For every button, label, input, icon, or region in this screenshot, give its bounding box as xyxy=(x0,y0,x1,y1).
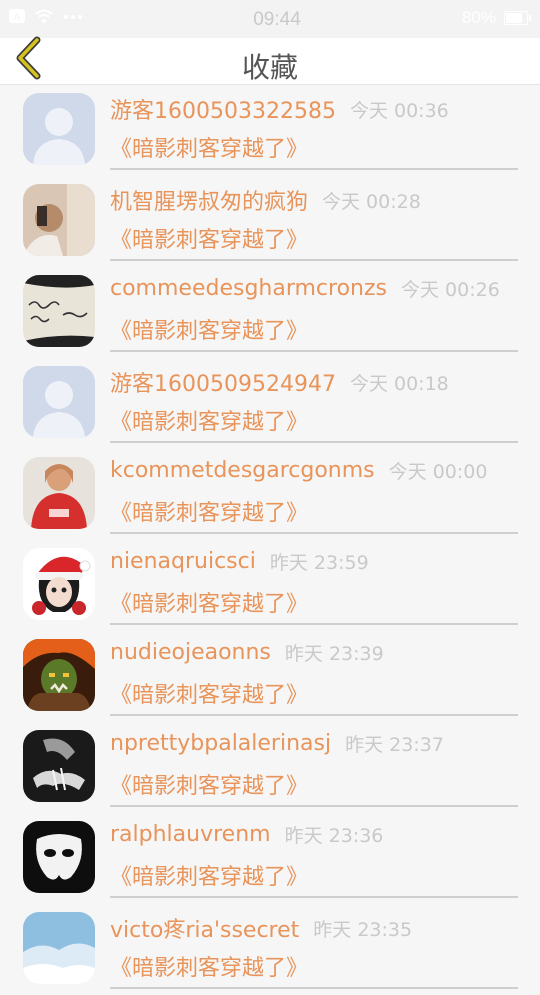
book-title[interactable]: 《暗影刺客穿越了》 xyxy=(110,586,518,618)
list-item[interactable]: 机智腥塄叔匆的疯狗 今天 00:28 《暗影刺客穿越了》 xyxy=(0,176,540,267)
book-title[interactable]: 《暗影刺客穿越了》 xyxy=(110,495,518,527)
avatar xyxy=(23,912,95,984)
timestamp: 昨天 23:35 xyxy=(313,918,413,941)
list-item[interactable]: ralphlauvrenm 昨天 23:36 《暗影刺客穿越了》 xyxy=(0,813,540,904)
user-name[interactable]: victo疼ria'ssecret xyxy=(110,918,299,943)
book-title[interactable]: 《暗影刺客穿越了》 xyxy=(110,313,518,345)
timestamp: 今天 00:28 xyxy=(322,190,421,213)
avatar xyxy=(23,275,95,347)
status-icons-right: 80% xyxy=(461,8,531,28)
list-item[interactable]: commeedesgharmcronzs 今天 00:26 《暗影刺客穿越了》 xyxy=(0,267,540,358)
status-bar: A 09:44 80% xyxy=(0,0,540,38)
timestamp: 昨天 23:37 xyxy=(345,734,444,756)
item-content: 游客1600503322585 今天 00:36 《暗影刺客穿越了》 xyxy=(110,93,518,170)
photo-avatar-icon xyxy=(23,457,95,529)
book-title[interactable]: 《暗影刺客穿越了》 xyxy=(110,859,518,891)
default-avatar-icon xyxy=(23,93,95,165)
item-content: nprettybpalalerinasj 昨天 23:37 《暗影刺客穿越了》 xyxy=(110,730,518,807)
list-item[interactable]: nprettybpalalerinasj 昨天 23:37 《暗影刺客穿越了》 xyxy=(0,722,540,813)
item-content: nudieojeaonns 昨天 23:39 《暗影刺客穿越了》 xyxy=(110,639,518,716)
sky-avatar-icon xyxy=(23,912,95,984)
dark-photo-avatar-icon xyxy=(23,730,95,802)
user-name[interactable]: ralphlauvrenm xyxy=(110,822,271,847)
timestamp: 今天 00:18 xyxy=(349,372,449,395)
list-item[interactable]: nudieojeaonns 昨天 23:39 《暗影刺客穿越了》 xyxy=(0,631,540,722)
handwriting-avatar-icon xyxy=(23,275,95,347)
list-item[interactable]: 游客1600503322585 今天 00:36 《暗影刺客穿越了》 xyxy=(0,85,540,176)
avatar xyxy=(23,821,95,893)
avatar xyxy=(23,548,95,620)
item-content: nienaqruicsci 昨天 23:59 《暗影刺客穿越了》 xyxy=(110,548,518,625)
book-title[interactable]: 《暗影刺客穿越了》 xyxy=(110,677,518,709)
battery-icon xyxy=(504,11,531,25)
book-title[interactable]: 《暗影刺客穿越了》 xyxy=(110,404,518,436)
timestamp: 昨天 23:36 xyxy=(284,825,384,847)
user-name[interactable]: nudieojeaonns xyxy=(110,640,271,665)
book-title[interactable]: 《暗影刺客穿越了》 xyxy=(110,131,518,163)
santa-avatar-icon xyxy=(23,548,95,620)
item-content: kcommetdesgarcgonms 今天 00:00 《暗影刺客穿越了》 xyxy=(110,457,518,534)
battery-percent: 80% xyxy=(461,8,496,27)
timestamp: 昨天 23:59 xyxy=(269,552,369,574)
user-name[interactable]: 游客1600503322585 xyxy=(110,99,336,124)
user-name[interactable]: nienaqruicsci xyxy=(110,549,256,574)
book-title[interactable]: 《暗影刺客穿越了》 xyxy=(110,222,518,254)
default-avatar-icon xyxy=(23,366,95,438)
user-name[interactable]: 机智腥塄叔匆的疯狗 xyxy=(110,190,308,215)
avatar xyxy=(23,730,95,802)
list-item[interactable]: 游客1600509524947 今天 00:18 《暗影刺客穿越了》 xyxy=(0,358,540,449)
page-title: 收藏 xyxy=(241,51,298,84)
avatar xyxy=(23,184,95,256)
avatar xyxy=(23,457,95,529)
item-content: victo疼ria'ssecret 昨天 23:35 《暗影刺客穿越了》 xyxy=(110,912,518,989)
user-name[interactable]: kcommetdesgarcgonms xyxy=(110,458,375,483)
user-name[interactable]: nprettybpalalerinasj xyxy=(110,731,331,756)
timestamp: 昨天 23:39 xyxy=(284,643,384,665)
avatar xyxy=(23,366,95,438)
photo-avatar-icon xyxy=(23,184,95,256)
list-item[interactable]: kcommetdesgarcgonms 今天 00:00 《暗影刺客穿越了》 xyxy=(0,449,540,540)
item-content: 游客1600509524947 今天 00:18 《暗影刺客穿越了》 xyxy=(110,366,518,443)
timestamp: 今天 00:00 xyxy=(388,461,488,483)
orc-avatar-icon xyxy=(23,639,95,711)
book-title[interactable]: 《暗影刺客穿越了》 xyxy=(110,768,518,800)
list-item[interactable]: nienaqruicsci 昨天 23:59 《暗影刺客穿越了》 xyxy=(0,540,540,631)
user-name[interactable]: 游客1600509524947 xyxy=(110,372,336,397)
timestamp: 今天 00:36 xyxy=(349,99,449,122)
item-content: ralphlauvrenm 昨天 23:36 《暗影刺客穿越了》 xyxy=(110,821,518,898)
book-title[interactable]: 《暗影刺客穿越了》 xyxy=(110,950,518,982)
favorites-list: 游客1600503322585 今天 00:36 《暗影刺客穿越了》 机智腥塄叔匆… xyxy=(0,85,540,995)
list-item[interactable]: victo疼ria'ssecret 昨天 23:35 《暗影刺客穿越了》 xyxy=(0,904,540,995)
mask-avatar-icon xyxy=(23,821,95,893)
user-name[interactable]: commeedesgharmcronzs xyxy=(110,276,387,301)
timestamp: 今天 00:26 xyxy=(401,279,500,301)
avatar xyxy=(23,93,95,165)
item-content: commeedesgharmcronzs 今天 00:26 《暗影刺客穿越了》 xyxy=(110,275,518,352)
avatar xyxy=(23,639,95,711)
item-content: 机智腥塄叔匆的疯狗 今天 00:28 《暗影刺客穿越了》 xyxy=(110,184,518,261)
nav-header: 收藏 xyxy=(0,36,540,85)
